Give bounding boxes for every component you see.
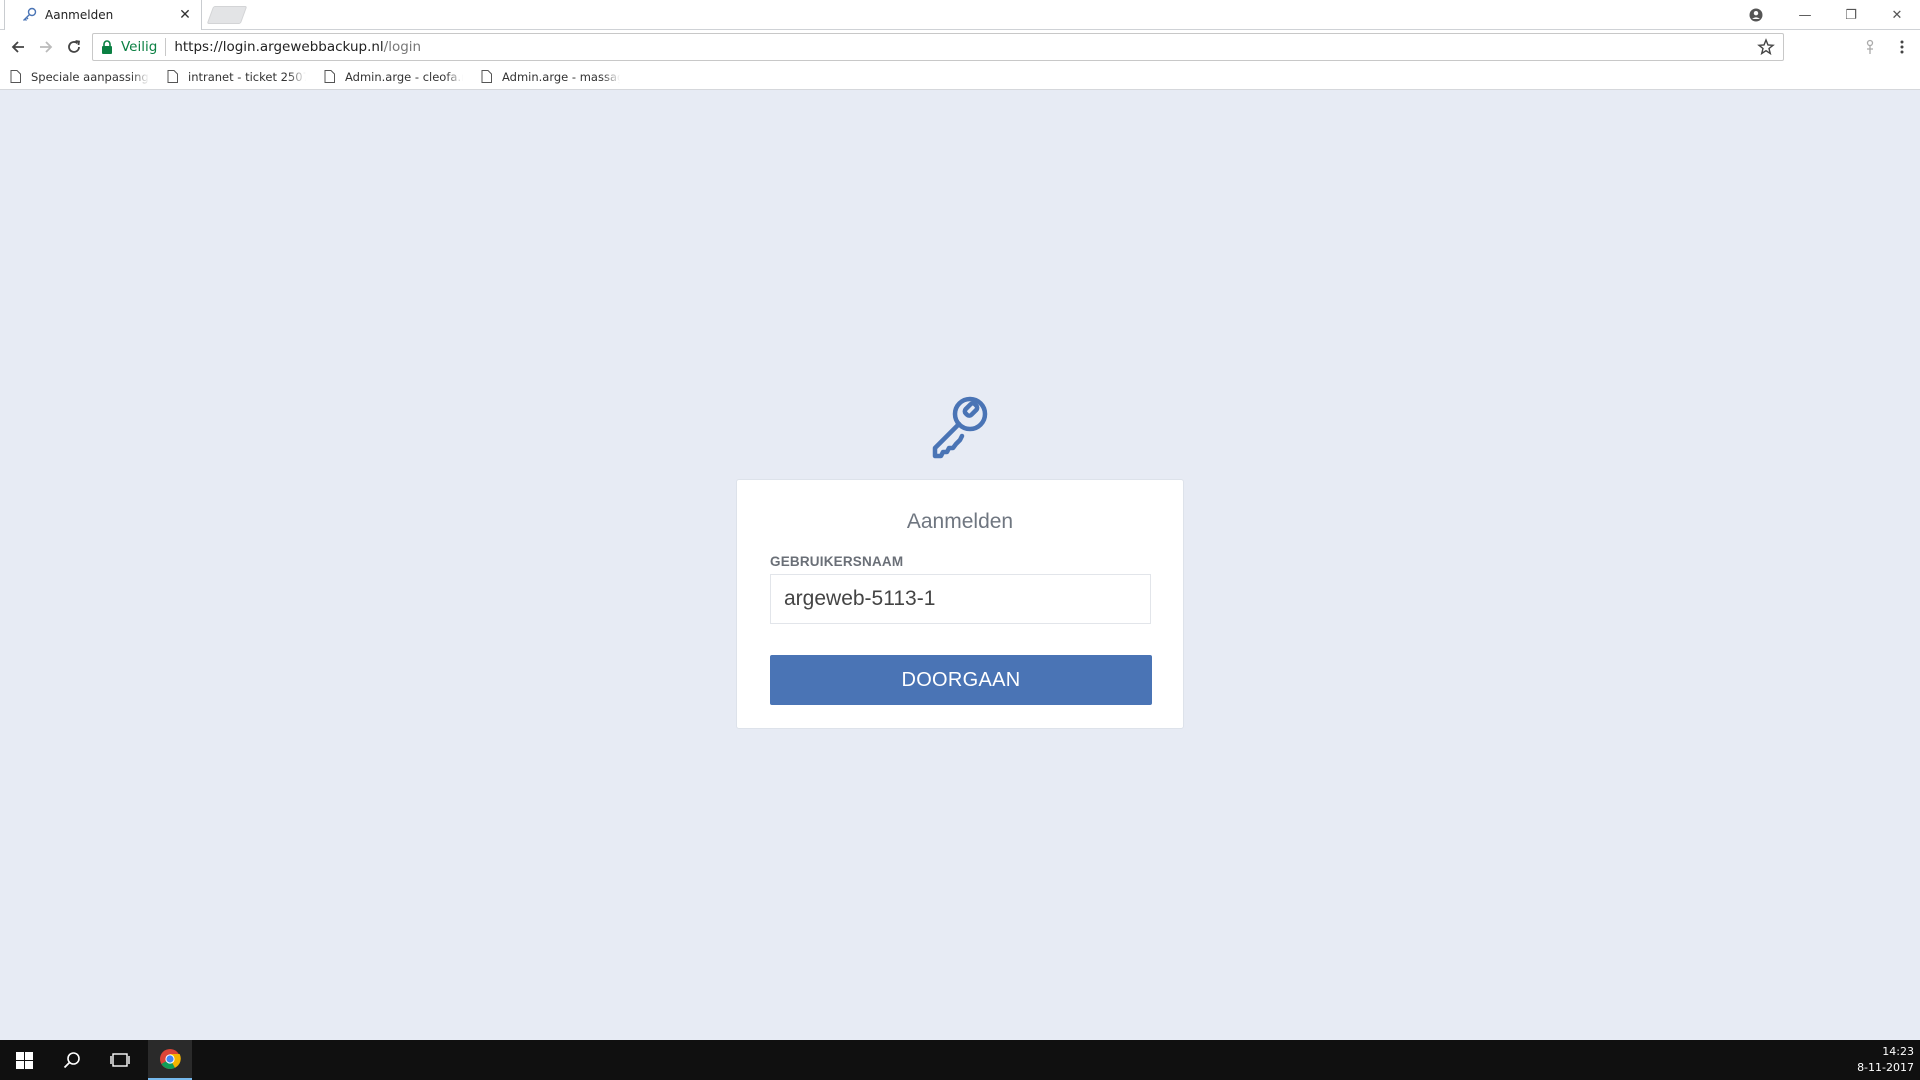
account-icon[interactable]	[1744, 0, 1768, 30]
continue-button[interactable]: DOORGAAN	[770, 655, 1152, 705]
close-window-button[interactable]: ✕	[1874, 0, 1920, 30]
page-icon	[10, 70, 21, 83]
start-button[interactable]	[0, 1040, 48, 1080]
login-card: Aanmelden GEBRUIKERSNAAM DOORGAAN	[736, 479, 1184, 729]
page-icon	[324, 70, 335, 83]
bookmark-item[interactable]: intranet - ticket 2507	[167, 70, 306, 84]
username-input[interactable]	[770, 574, 1151, 624]
bookmark-label: intranet - ticket 2507	[188, 69, 306, 84]
bookmark-item[interactable]: Admin.arge - massag	[481, 70, 620, 84]
new-tab-button[interactable]	[206, 6, 248, 24]
bookmark-label: Admin.arge - cleofa.n	[345, 69, 463, 84]
omnibox-divider	[165, 38, 167, 56]
browser-toolbar: Veilig https://login.argewebbackup.nl/lo…	[0, 30, 1920, 64]
pin-icon	[1866, 39, 1874, 54]
url-path: /login	[383, 39, 422, 55]
bookmark-item[interactable]: Admin.arge - cleofa.n	[324, 70, 463, 84]
address-bar[interactable]: Veilig https://login.argewebbackup.nl/lo…	[92, 33, 1784, 61]
clock-time: 14:23	[1882, 1045, 1914, 1058]
forward-arrow-icon	[40, 41, 53, 53]
menu-button[interactable]	[1890, 36, 1914, 58]
tab-title: Aanmelden	[45, 8, 114, 22]
bookmarks-bar: Speciale aanpassinge intranet - ticket 2…	[0, 64, 1920, 90]
page-icon	[167, 70, 178, 83]
chrome-icon	[160, 1049, 181, 1070]
tab-close-icon[interactable]: ✕	[177, 7, 193, 23]
forward-button[interactable]	[34, 36, 58, 58]
url-host: https://login.argewebbackup.nl	[174, 39, 384, 55]
extension-button[interactable]	[1858, 36, 1882, 58]
page-icon	[481, 70, 492, 83]
reload-icon	[68, 40, 81, 53]
lock-icon	[102, 40, 112, 54]
minimize-button[interactable]: —	[1782, 0, 1828, 30]
username-label: GEBRUIKERSNAAM	[770, 554, 904, 569]
key-icon	[23, 7, 37, 21]
bookmark-label: Speciale aanpassinge	[31, 69, 149, 84]
clock-date: 8-11-2017	[1857, 1061, 1914, 1074]
kebab-menu-icon	[1900, 40, 1904, 54]
security-label: Veilig	[121, 39, 158, 55]
bookmark-star-icon[interactable]	[1757, 38, 1775, 56]
tab-strip: Aanmelden ✕ — ❐ ✕	[0, 0, 1920, 30]
bookmark-item[interactable]: Speciale aanpassinge	[10, 70, 149, 84]
restore-button[interactable]: ❐	[1828, 0, 1874, 30]
key-icon	[932, 396, 988, 459]
login-title: Aanmelden	[906, 510, 1014, 533]
back-button[interactable]	[6, 36, 30, 58]
system-clock[interactable]: 14:23 8-11-2017	[1857, 1044, 1914, 1076]
taskbar: 14:23 8-11-2017	[0, 1040, 1920, 1080]
search-icon	[63, 1052, 80, 1069]
login-page: Aanmelden GEBRUIKERSNAAM DOORGAAN	[0, 90, 1920, 1040]
search-button[interactable]	[48, 1040, 96, 1080]
windows-logo-icon	[15, 1051, 33, 1069]
back-arrow-icon	[11, 41, 24, 53]
bookmark-label: Admin.arge - massag	[502, 69, 620, 84]
task-view-icon	[110, 1053, 130, 1067]
browser-tab[interactable]: Aanmelden ✕	[4, 0, 202, 30]
reload-button[interactable]	[62, 36, 86, 58]
task-view-button[interactable]	[96, 1040, 144, 1080]
chrome-taskbar-button[interactable]	[148, 1040, 192, 1080]
